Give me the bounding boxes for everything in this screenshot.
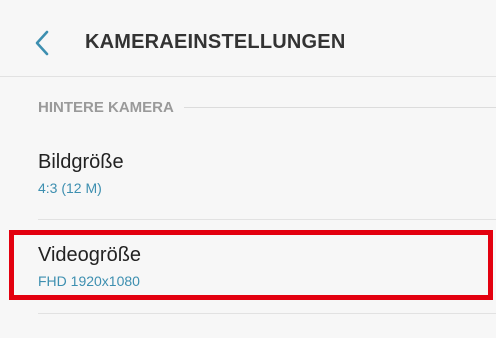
section-label: HINTERE KAMERA [38, 98, 174, 116]
section-divider [183, 106, 496, 108]
chevron-left-icon [35, 30, 49, 56]
page-title: KAMERAEINSTELLUNGEN [85, 31, 346, 53]
setting-value: FHD 1920x1080 [38, 273, 140, 289]
setting-item-picture-size[interactable]: Bildgröße 4:3 (12 M) [38, 150, 496, 196]
setting-title: Videogröße [38, 244, 142, 266]
setting-value: 4:3 (12 M) [38, 180, 102, 196]
list-divider [38, 219, 496, 220]
section-header-rear-camera: HINTERE KAMERA [38, 97, 496, 117]
setting-item-video-size[interactable]: Videogröße FHD 1920x1080 [38, 243, 496, 289]
app-header: KAMERAEINSTELLUNGEN [0, 0, 496, 77]
back-button[interactable] [30, 26, 56, 60]
list-divider [38, 313, 496, 314]
setting-title: Bildgröße [38, 151, 124, 173]
